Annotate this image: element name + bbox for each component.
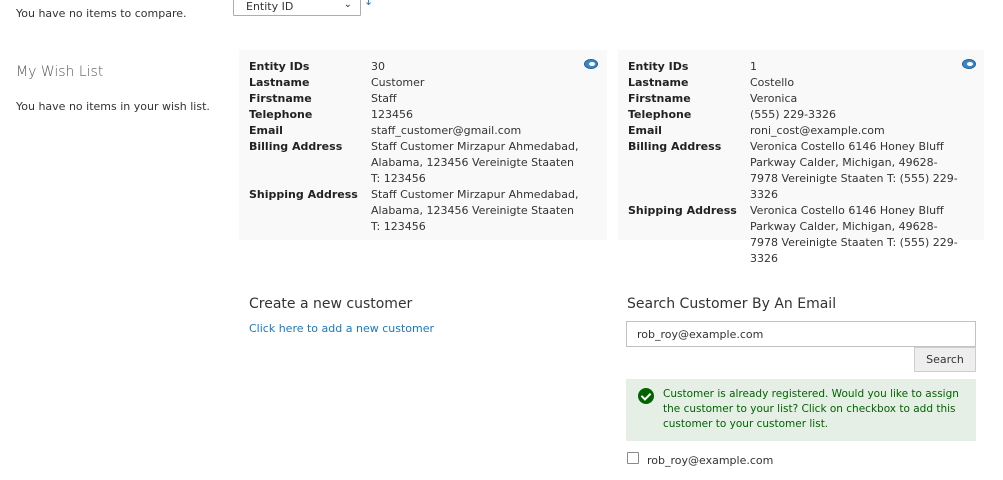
assign-customer-checkbox[interactable] — [627, 452, 639, 464]
detail-row-lastname: Lastname Costello — [628, 75, 960, 91]
detail-row-shipping-address: Shipping Address Veronica Costello 6146 … — [628, 203, 960, 267]
detail-label: Shipping Address — [249, 188, 358, 201]
edit-customer-icon[interactable] — [962, 59, 976, 69]
success-message-text: Customer is already registered. Would yo… — [663, 388, 959, 430]
detail-value: Veronica Costello 6146 Honey Bluff Parkw… — [750, 204, 958, 265]
detail-value: 1 — [750, 60, 757, 73]
detail-value: Staff Customer Mirzapur Ahmedabad, Alaba… — [371, 188, 579, 233]
check-circle-icon — [638, 388, 654, 404]
detail-row-firstname: Firstname Veronica — [628, 91, 960, 107]
detail-value: staff_customer@gmail.com — [371, 124, 522, 137]
detail-row-lastname: Lastname Customer — [249, 75, 581, 91]
detail-row-entity-id: Entity IDs 1 — [628, 59, 960, 75]
compare-empty-text: You have no items to compare. — [16, 7, 187, 20]
detail-label: Billing Address — [249, 140, 343, 153]
customer-details: Entity IDs 1 Lastname Costello Firstname… — [628, 59, 960, 267]
detail-value: roni_cost@example.com — [750, 124, 885, 137]
detail-value: Costello — [750, 76, 795, 89]
detail-row-telephone: Telephone 123456 — [249, 107, 581, 123]
edit-customer-icon[interactable] — [584, 59, 598, 69]
detail-label: Entity IDs — [628, 60, 689, 73]
search-button[interactable]: Search — [914, 347, 976, 372]
arrow-down-icon[interactable]: ↓ — [364, 0, 373, 8]
detail-row-firstname: Firstname Staff — [249, 91, 581, 107]
search-email-input[interactable] — [626, 321, 976, 347]
detail-label: Lastname — [249, 76, 310, 89]
detail-label: Email — [249, 124, 283, 137]
detail-value: 123456 — [371, 108, 413, 121]
sort-by-select[interactable]: Entity ID ⌄ — [233, 0, 361, 16]
customer-details: Entity IDs 30 Lastname Customer Firstnam… — [249, 59, 581, 235]
detail-row-shipping-address: Shipping Address Staff Customer Mirzapur… — [249, 187, 581, 235]
create-customer-title: Create a new customer — [249, 296, 413, 312]
success-message: Customer is already registered. Would yo… — [626, 379, 976, 441]
detail-row-billing-address: Billing Address Veronica Costello 6146 H… — [628, 139, 960, 203]
detail-label: Telephone — [249, 108, 313, 121]
detail-label: Lastname — [628, 76, 689, 89]
wishlist-title: My Wish List — [16, 64, 104, 80]
detail-row-email: Email roni_cost@example.com — [628, 123, 960, 139]
detail-value: Staff — [371, 92, 397, 105]
result-email-label: rob_roy@example.com — [647, 454, 774, 467]
customer-card: Entity IDs 30 Lastname Customer Firstnam… — [239, 50, 607, 240]
detail-row-telephone: Telephone (555) 229-3326 — [628, 107, 960, 123]
detail-label: Telephone — [628, 108, 692, 121]
add-customer-link[interactable]: Click here to add a new customer — [249, 322, 434, 335]
sort-by-value: Entity ID — [246, 0, 294, 13]
chevron-down-icon: ⌄ — [343, 0, 352, 10]
detail-label: Billing Address — [628, 140, 722, 153]
detail-label: Email — [628, 124, 662, 137]
detail-row-billing-address: Billing Address Staff Customer Mirzapur … — [249, 139, 581, 187]
detail-label: Firstname — [628, 92, 691, 105]
search-customer-title: Search Customer By An Email — [627, 296, 837, 312]
detail-row-entity-id: Entity IDs 30 — [249, 59, 581, 75]
detail-value: Veronica Costello 6146 Honey Bluff Parkw… — [750, 140, 958, 201]
detail-value: Customer — [371, 76, 425, 89]
detail-value: Veronica — [750, 92, 798, 105]
detail-row-email: Email staff_customer@gmail.com — [249, 123, 581, 139]
detail-value: Staff Customer Mirzapur Ahmedabad, Alaba… — [371, 140, 579, 185]
detail-label: Shipping Address — [628, 204, 737, 217]
detail-label: Entity IDs — [249, 60, 310, 73]
customer-card: Entity IDs 1 Lastname Costello Firstname… — [618, 50, 984, 265]
wishlist-empty-text: You have no items in your wish list. — [16, 100, 210, 113]
detail-value: 30 — [371, 60, 385, 73]
detail-value: (555) 229-3326 — [750, 108, 837, 121]
detail-label: Firstname — [249, 92, 312, 105]
